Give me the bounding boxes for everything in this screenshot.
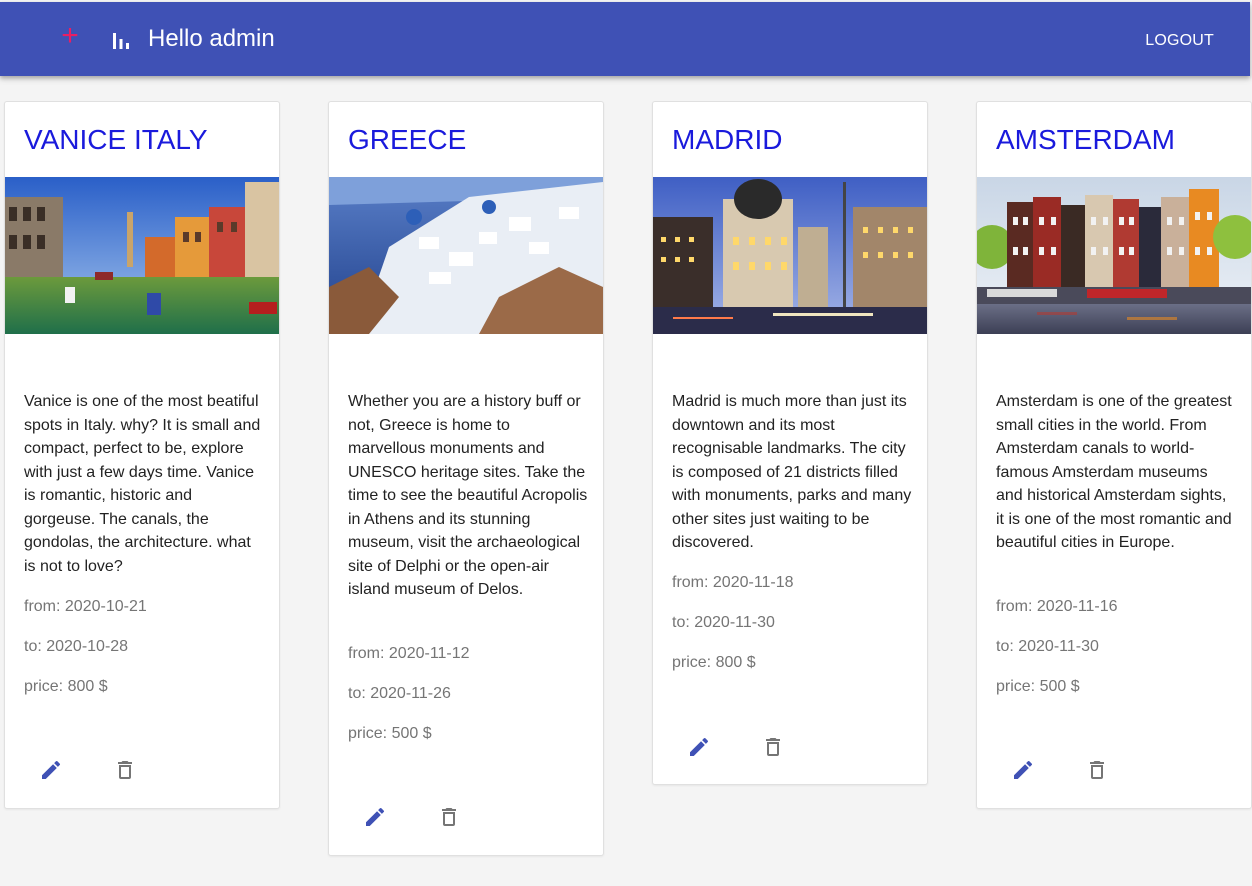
trip-photo bbox=[5, 177, 279, 334]
trip-photo bbox=[653, 177, 927, 334]
trip-card: MADRID Madrid is much more than just its… bbox=[652, 101, 928, 785]
trip-from-date: from: 2020-11-12 bbox=[348, 645, 470, 662]
trip-price: price: 800 $ bbox=[24, 678, 108, 695]
edit-button[interactable] bbox=[685, 733, 713, 761]
delete-button[interactable] bbox=[1083, 756, 1111, 784]
trip-from-date: from: 2020-11-18 bbox=[672, 574, 794, 591]
trip-description: Whether you are a history buff or not, G… bbox=[348, 393, 588, 598]
trash-icon bbox=[442, 808, 456, 826]
trip-title: MADRID bbox=[672, 124, 783, 155]
trash-icon bbox=[766, 738, 780, 756]
trip-to-date: to: 2020-10-28 bbox=[24, 638, 129, 655]
trip-card: AMSTERDAM Amsterdam is one of the greate… bbox=[976, 101, 1252, 809]
pencil-icon bbox=[690, 737, 709, 756]
trip-photo bbox=[977, 177, 1251, 334]
trash-icon bbox=[1090, 761, 1104, 779]
delete-button[interactable] bbox=[111, 756, 139, 784]
trip-card: GREECE Whether you are a history buff or bbox=[328, 101, 604, 856]
trip-to-date: to: 2020-11-26 bbox=[348, 685, 451, 702]
delete-button[interactable] bbox=[435, 803, 463, 831]
trip-to-date: to: 2020-11-30 bbox=[672, 614, 775, 631]
trip-photo bbox=[329, 177, 603, 334]
trip-price: price: 800 $ bbox=[672, 654, 756, 671]
bar-chart-icon[interactable] bbox=[112, 31, 130, 49]
trip-title: VANICE ITALY bbox=[24, 124, 208, 155]
edit-button[interactable] bbox=[1009, 756, 1037, 784]
trash-icon bbox=[118, 761, 132, 779]
logout-button[interactable]: LOGOUT bbox=[1145, 31, 1214, 51]
trip-description: Amsterdam is one of the greatest small c… bbox=[996, 393, 1232, 551]
pencil-icon bbox=[366, 807, 385, 826]
pencil-icon bbox=[42, 760, 61, 779]
edit-button[interactable] bbox=[37, 756, 65, 784]
trip-title: GREECE bbox=[348, 124, 467, 155]
trip-title: AMSTERDAM bbox=[996, 124, 1175, 155]
trip-price: price: 500 $ bbox=[348, 725, 432, 742]
trip-to-date: to: 2020-11-30 bbox=[996, 638, 1099, 655]
delete-button[interactable] bbox=[759, 733, 787, 761]
trip-from-date: from: 2020-11-16 bbox=[996, 598, 1118, 615]
add-icon[interactable]: + bbox=[58, 21, 82, 51]
trip-card: VANICE ITALY Vanice is one of the most b… bbox=[4, 101, 280, 809]
greeting: Hello admin bbox=[148, 25, 275, 52]
trip-description: Madrid is much more than just its downto… bbox=[672, 393, 912, 551]
app-bar: + Hello admin LOGOUT bbox=[0, 2, 1250, 76]
edit-button[interactable] bbox=[361, 803, 389, 831]
trip-description: Vanice is one of the most beatiful spots… bbox=[24, 393, 261, 575]
trip-from-date: from: 2020-10-21 bbox=[24, 598, 147, 615]
pencil-icon bbox=[1014, 760, 1033, 779]
trip-price: price: 500 $ bbox=[996, 678, 1080, 695]
